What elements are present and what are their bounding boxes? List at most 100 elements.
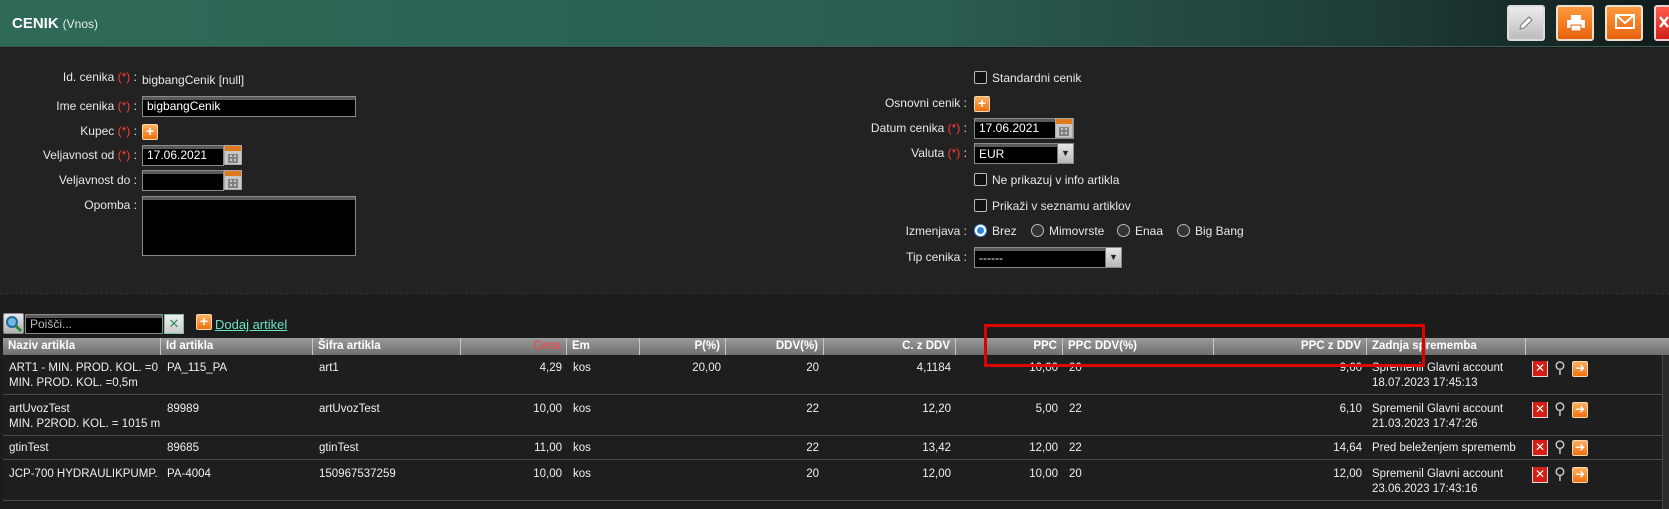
standardni-cenik-label: Standardni cenik (992, 71, 1082, 85)
col-ddv[interactable]: DDV(%) (726, 338, 824, 355)
table-row[interactable]: gtinTest 89685 gtinTest 11,00 kos 22 13,… (3, 437, 1669, 460)
calendar-icon[interactable] (224, 170, 242, 190)
page-title-text: CENIK (12, 15, 59, 32)
veljavnost-od-input[interactable]: 17.06.2021 (142, 145, 224, 166)
prikazi-checkbox[interactable] (974, 199, 987, 212)
cell-sprememba-date: 21.03.2023 17:47:26 (1372, 418, 1478, 430)
arrow-right-icon[interactable]: ➔ (1572, 361, 1588, 377)
arrow-right-icon[interactable]: ➔ (1572, 402, 1588, 418)
tip-cenika-value: ------ (979, 251, 1003, 265)
id-cenika-label: Id. cenika (*) : (62, 70, 137, 84)
cell-c-z-ddv: 12,20 (922, 403, 951, 415)
paperclip-icon[interactable]: ⚲ (1552, 402, 1568, 418)
ime-cenika-label: Ime cenika (*) : (56, 99, 137, 113)
prikazi-label: Prikaži v seznamu artiklov (992, 199, 1131, 213)
cell-c-z-ddv: 12,00 (922, 468, 951, 480)
paperclip-icon[interactable]: ⚲ (1552, 467, 1568, 483)
cell-ppc: 5,00 (1035, 403, 1058, 415)
tip-cenika-label: Tip cenika : (906, 250, 967, 264)
kupec-add-button[interactable]: + (142, 124, 158, 140)
cell-c-z-ddv: 4,1184 (916, 362, 951, 374)
delete-icon[interactable] (1532, 402, 1548, 418)
col-p[interactable]: P(%) (640, 338, 726, 355)
page-title: CENIK (Vnos) (12, 15, 98, 32)
chevron-down-icon: ▼ (1057, 144, 1073, 163)
plus-icon: + (977, 95, 987, 111)
title-bar: CENIK (Vnos) (0, 0, 1669, 47)
cell-sprememba-date: 23.06.2023 17:43:16 (1372, 483, 1478, 495)
izmenjava-radio-bigbang[interactable] (1177, 224, 1190, 237)
izmenjava-radio-enaa[interactable] (1117, 224, 1130, 237)
edit-button[interactable] (1507, 5, 1545, 41)
cell-naziv-note: MIN. PROD. KOL. =0,5m (9, 377, 138, 389)
col-em[interactable]: Em (567, 338, 640, 355)
cell-cena: 10,00 (533, 468, 562, 480)
cell-naziv: gtinTest (9, 442, 49, 454)
izmenjava-radio-brez[interactable] (974, 224, 987, 237)
datum-cenika-label: Datum cenika (*) : (870, 121, 967, 135)
cell-sifra: artUvozTest (319, 403, 380, 415)
cell-ppc-z-ddv: 6,10 (1339, 403, 1362, 415)
col-sifra[interactable]: Šifra artikla (313, 338, 461, 355)
calendar-icon[interactable] (224, 145, 242, 165)
calendar-icon[interactable] (1055, 118, 1073, 138)
cell-em: kos (573, 442, 591, 454)
print-button[interactable] (1556, 5, 1594, 41)
close-icon (1659, 16, 1669, 28)
izmenjava-label: Izmenjava : (905, 224, 967, 238)
osnovni-cenik-add-button[interactable]: + (974, 96, 990, 112)
email-button[interactable] (1605, 5, 1643, 41)
search-icon[interactable] (3, 313, 24, 334)
ne-prikazuj-checkbox[interactable] (974, 173, 987, 186)
add-article-link[interactable]: Dodaj artikel (215, 317, 287, 332)
search-input[interactable]: Poišči... (25, 314, 163, 334)
plus-icon: + (145, 123, 155, 139)
delete-icon[interactable] (1532, 440, 1548, 456)
opomba-textarea[interactable] (142, 196, 356, 256)
col-id[interactable]: Id artikla (161, 338, 313, 355)
arrow-right-icon[interactable]: ➔ (1572, 467, 1588, 483)
cell-p: 20,00 (692, 362, 721, 374)
col-naziv[interactable]: Naziv artikla (3, 338, 161, 355)
cell-cena: 4,29 (539, 362, 562, 374)
table-row[interactable]: artUvozTest MIN. P2ROD. KOL. = 1015 m 89… (3, 396, 1669, 436)
osnovni-cenik-label: Osnovni cenik : (884, 96, 967, 110)
table-row[interactable]: JCP-700 HYDRAULIKPUMP... PA-4004 1509675… (3, 461, 1669, 501)
valuta-select[interactable]: EUR ▼ (974, 143, 1074, 164)
col-cena[interactable]: Cena (461, 338, 567, 355)
izmenjava-option-mimovrste: Mimovrste (1049, 224, 1105, 238)
id-cenika-value: bigbangCenik [null] (142, 73, 245, 87)
col-c-z-ddv[interactable]: C. z DDV (824, 338, 956, 355)
cell-ppc-ddv: 22 (1069, 442, 1082, 454)
cell-ddv: 20 (806, 362, 819, 374)
cell-ddv: 20 (806, 468, 819, 480)
cell-ppc: 12,00 (1029, 442, 1058, 454)
envelope-icon (1615, 14, 1635, 29)
ime-cenika-input[interactable]: bigbangCenik (142, 96, 356, 117)
cell-ppc-z-ddv: 12,00 (1333, 468, 1362, 480)
delete-icon[interactable] (1532, 467, 1548, 483)
divider (0, 293, 1669, 302)
close-button[interactable] (1654, 5, 1669, 41)
cell-sprememba: Spremenil Glavni account (1372, 403, 1504, 415)
cell-id: PA-4004 (167, 468, 211, 480)
col-actions (1526, 338, 1669, 355)
izmenjava-radio-mimovrste[interactable] (1031, 224, 1044, 237)
izmenjava-option-bigbang: Big Bang (1195, 224, 1244, 238)
veljavnost-do-input[interactable] (142, 170, 224, 191)
paperclip-icon[interactable]: ⚲ (1552, 440, 1568, 456)
pencil-icon (1519, 16, 1533, 30)
paperclip-icon[interactable]: ⚲ (1552, 361, 1568, 377)
arrow-right-icon[interactable]: ➔ (1572, 440, 1588, 456)
veljavnost-do-label: Veljavnost do : (58, 173, 137, 187)
standardni-cenik-checkbox[interactable] (974, 71, 987, 84)
clear-search-button[interactable]: ✕ (164, 314, 184, 334)
cell-em: kos (573, 362, 591, 374)
cell-sifra: art1 (319, 362, 339, 374)
add-article-icon-button[interactable]: + (196, 314, 212, 330)
delete-icon[interactable] (1532, 361, 1548, 377)
cell-id: 89989 (167, 403, 199, 415)
table-scrollbar[interactable] (1662, 355, 1669, 509)
plus-icon: + (199, 313, 209, 329)
tip-cenika-select[interactable]: ------ ▼ (974, 247, 1122, 268)
